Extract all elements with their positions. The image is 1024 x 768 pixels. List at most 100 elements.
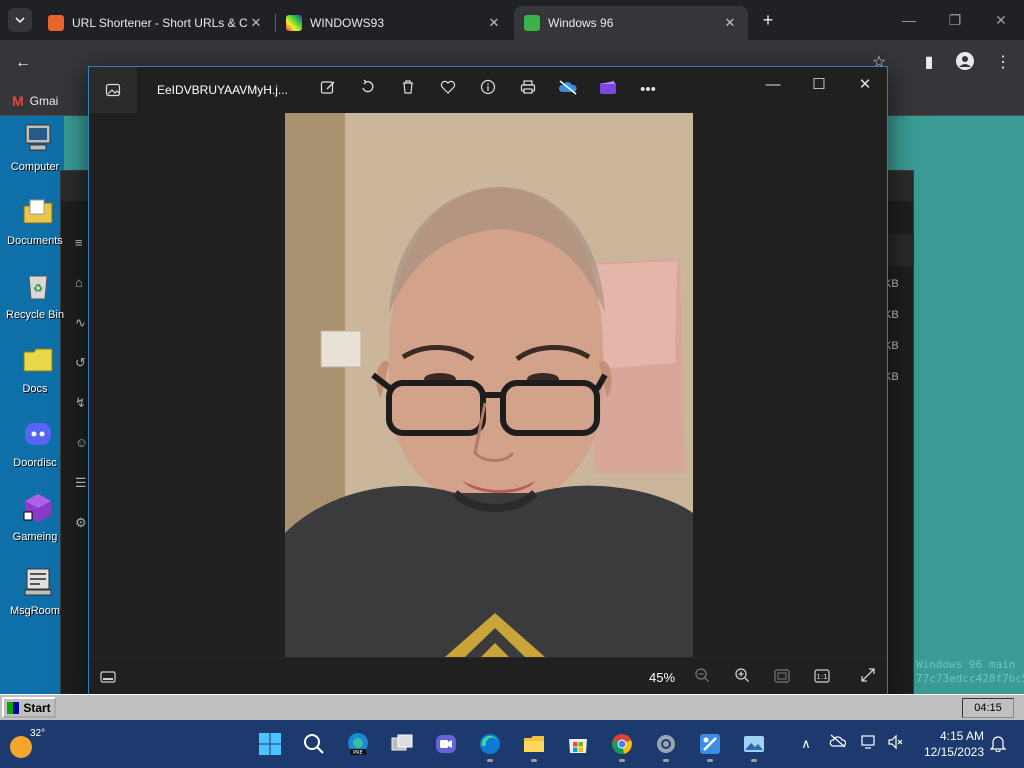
photos-app-button[interactable]	[89, 67, 137, 113]
favorite-icon[interactable]	[437, 79, 459, 101]
settings-icon[interactable]	[650, 728, 682, 762]
actual-size-icon[interactable]: 1:1	[811, 667, 833, 689]
win96-terminal-text: Windows 96 main 77c73edcc428f7bc571	[916, 658, 1024, 685]
folder-icon	[23, 348, 53, 372]
teams-icon[interactable]	[430, 728, 462, 760]
windows-taskbar: 32° PRE ∧ 4:15 AM 12/15/2023	[0, 720, 1024, 768]
clipchamp-icon[interactable]	[597, 79, 619, 101]
cloud-offline-icon[interactable]	[828, 734, 848, 754]
more-icon[interactable]: •••	[637, 79, 659, 101]
print-icon[interactable]	[517, 79, 539, 101]
displayed-photo	[285, 113, 693, 657]
windows93-favicon-icon	[286, 15, 302, 31]
close-tab-icon[interactable]: ✕	[248, 15, 264, 31]
tab-windows96[interactable]: Windows 96 ✕	[514, 6, 748, 40]
running-indicator	[707, 759, 713, 762]
volume-muted-icon[interactable]	[886, 734, 906, 754]
viewer-minimize-button[interactable]: —	[755, 71, 791, 99]
running-indicator	[531, 759, 537, 762]
discord-icon	[25, 423, 51, 445]
browser-menu-icon[interactable]: ⋮	[992, 52, 1014, 74]
rotate-icon[interactable]	[357, 79, 379, 101]
edge-icon[interactable]	[474, 728, 506, 762]
viewer-maximize-button[interactable]: ☐	[801, 71, 837, 99]
viewer-close-button[interactable]: ✕	[847, 71, 883, 99]
zoom-level: 45%	[649, 670, 676, 685]
chrome-icon[interactable]	[606, 728, 638, 762]
recycle-bin-icon: ♻	[28, 275, 48, 300]
running-indicator	[487, 759, 493, 762]
chevron-down-icon	[15, 17, 25, 24]
explorer-icon[interactable]	[518, 728, 550, 762]
documents-icon	[23, 199, 53, 224]
bookmark-gmail[interactable]: M Gmai	[12, 93, 58, 109]
svg-text:PRE: PRE	[353, 750, 363, 756]
weather-sun-icon	[10, 736, 32, 758]
viewer-filename: EeIDVBRUYAAVMyH.j...	[157, 83, 288, 97]
gmail-icon: M	[12, 93, 24, 109]
back-arrow-icon[interactable]: ←	[12, 52, 34, 74]
browser-restore-button[interactable]: ❐	[940, 8, 970, 32]
store-icon[interactable]	[562, 728, 594, 760]
fullscreen-icon[interactable]	[857, 667, 879, 689]
photos-icon[interactable]	[738, 728, 770, 762]
computer-icon	[25, 124, 51, 151]
viewer-bottom-bar: 45% 1:1	[89, 657, 887, 697]
weather-temperature: 32°	[30, 728, 46, 739]
running-indicator	[663, 759, 669, 762]
profile-icon[interactable]	[954, 52, 976, 74]
start-icon[interactable]	[254, 728, 286, 760]
windows96-favicon-icon	[524, 15, 540, 31]
search-icon[interactable]	[298, 728, 330, 760]
tab-search-button[interactable]	[8, 8, 32, 32]
desktop-icon-recycle-bin[interactable]: ♻ Recycle Bin	[6, 270, 70, 321]
svg-text:♻: ♻	[33, 283, 43, 295]
photos-app-icon	[105, 83, 121, 97]
zoom-out-icon[interactable]	[691, 667, 713, 689]
edge-beta-icon[interactable]: PRE	[342, 728, 374, 760]
info-icon[interactable]	[477, 79, 499, 101]
snipping-icon[interactable]	[694, 728, 726, 762]
desktop-icon-gameing[interactable]: Gameing	[6, 492, 70, 543]
photos-viewer-window[interactable]: EeIDVBRUYAAVMyH.j... ••• — ☐ ✕ 45% 1:1	[88, 66, 888, 697]
svg-text:1:1: 1:1	[816, 673, 827, 681]
desktop-icon-docs[interactable]: Docs	[6, 344, 70, 395]
desktop-icon-doordisc[interactable]: Doordisc	[6, 418, 70, 469]
weather-widget[interactable]: 32°	[10, 726, 50, 762]
image-canvas[interactable]	[89, 113, 887, 657]
browser-tab-strip: URL Shortener - Short URLs & C ✕ WINDOWS…	[0, 0, 1024, 40]
win96-clock: 04:15	[962, 698, 1014, 718]
chevron-up-icon[interactable]: ∧	[796, 734, 816, 754]
url-shortener-favicon-icon	[48, 15, 64, 31]
clock-time: 4:15 AM	[939, 729, 984, 743]
win96-taskbar: Start 04:15	[0, 694, 1024, 720]
tab-url-shortener[interactable]: URL Shortener - Short URLs & C ✕	[38, 6, 274, 40]
fit-icon[interactable]	[771, 667, 793, 689]
win96-start-button[interactable]: Start	[2, 697, 56, 718]
file-manager-icon[interactable]	[386, 728, 418, 760]
new-tab-button[interactable]: +	[758, 10, 778, 30]
browser-close-button[interactable]: ✕	[986, 8, 1016, 32]
desktop-icon-msgroom[interactable]: MsgRoom	[6, 566, 70, 617]
side-panel-icon[interactable]: ▮	[918, 52, 940, 74]
network-icon[interactable]	[860, 734, 880, 754]
clock-date: 12/15/2023	[923, 745, 984, 759]
tab-windows93[interactable]: WINDOWS93 ✕	[276, 6, 512, 40]
win96-logo-icon	[7, 701, 20, 714]
edit-icon[interactable]	[317, 79, 339, 101]
game-icon	[23, 494, 51, 522]
viewer-titlebar[interactable]: EeIDVBRUYAAVMyH.j... ••• — ☐ ✕	[89, 67, 887, 113]
browser-minimize-button[interactable]: —	[894, 8, 924, 32]
system-clock[interactable]: 4:15 AM 12/15/2023	[914, 728, 984, 760]
filmstrip-icon[interactable]	[97, 667, 119, 689]
desktop-icon-computer[interactable]: Computer	[6, 122, 70, 173]
zoom-in-icon[interactable]	[731, 667, 753, 689]
desktop-icon-documents[interactable]: Documents	[6, 196, 70, 247]
running-indicator	[619, 759, 625, 762]
notification-bell-icon[interactable]	[988, 734, 1008, 754]
onedrive-icon[interactable]	[557, 79, 579, 101]
running-indicator	[751, 759, 757, 762]
close-tab-icon[interactable]: ✕	[722, 15, 738, 31]
close-tab-icon[interactable]: ✕	[486, 15, 502, 31]
delete-icon[interactable]	[397, 79, 419, 101]
